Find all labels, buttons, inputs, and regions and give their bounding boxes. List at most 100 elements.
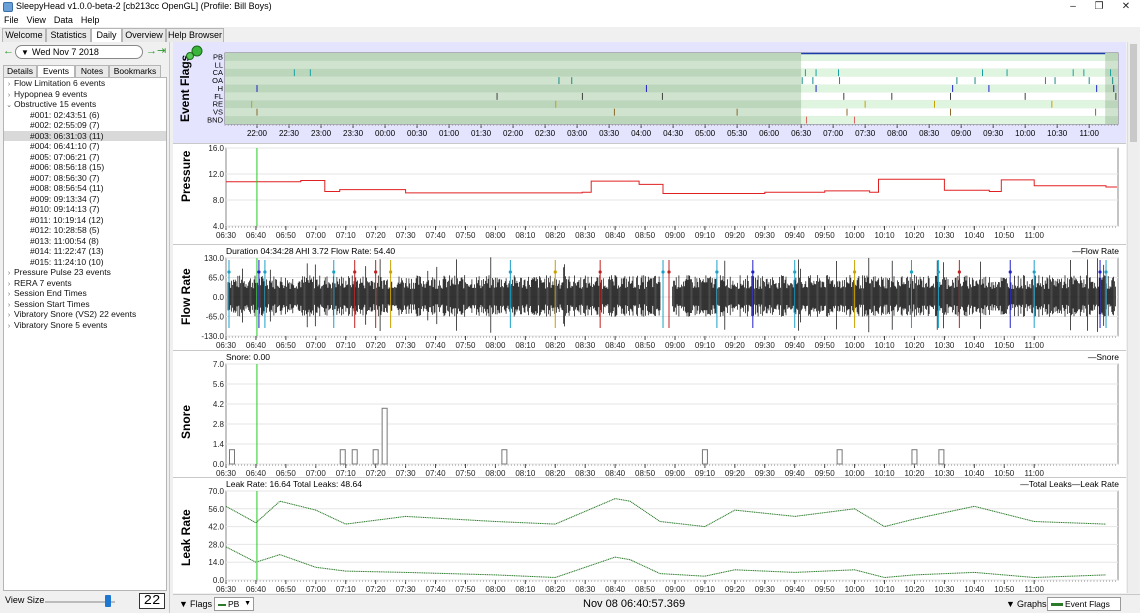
event-category[interactable]: › Flow Limitation 6 events [4, 78, 166, 89]
tab-notes[interactable]: Notes [75, 65, 109, 77]
event-item[interactable]: #003: 06:31:03 (11) [4, 130, 166, 141]
event-item[interactable]: #014: 11:22:47 (13) [4, 246, 166, 257]
y-tick-label: 16.0 [208, 144, 224, 153]
event-category[interactable]: › Hypopnea 9 events [4, 89, 166, 100]
flow-event-dot [598, 270, 602, 274]
flags-dropdown-icon[interactable]: ▼ [179, 598, 188, 610]
menu-help[interactable]: Help [77, 14, 104, 27]
event-flags-chart[interactable]: PBLLCAOAHFLREVSBND22:00 22:30 23:00 23:30 00… [173, 42, 1126, 144]
tab-welcome[interactable]: Welcome [2, 28, 46, 42]
x-tick-label: 09:10 [695, 341, 716, 350]
main-tabs: Welcome Statistics Daily Overview Help B… [0, 28, 232, 43]
minimize-button[interactable]: – [1059, 0, 1087, 14]
event-item[interactable]: #010: 09:14:13 (7) [4, 204, 166, 215]
graphs-select[interactable]: Event Flags [1047, 597, 1121, 611]
cursor-datetime: Nov 08 06:40:57.369 [583, 598, 686, 610]
x-tick-label: 07:40 [426, 231, 447, 240]
x-tick-label: 08:20 [545, 231, 566, 240]
tab-overview[interactable]: Overview [122, 28, 166, 42]
x-tick-label: 11:00 [1079, 129, 1099, 138]
event-text: Vibratory Snore (VS2) 22 events [14, 309, 137, 319]
event-category[interactable]: › Vibratory Snore (VS2) 22 events [4, 309, 166, 320]
event-tree: › Flow Limitation 6 events › Hypopnea 9 eve… [3, 77, 167, 591]
flow-event-dot [1008, 270, 1012, 274]
pin-head-icon [186, 52, 194, 60]
event-item[interactable]: #001: 02:43:51 (6) [4, 110, 166, 121]
x-tick-label: 07:20 [366, 341, 387, 350]
close-button[interactable]: ✕ [1112, 0, 1140, 14]
x-tick-label: 09:20 [725, 341, 746, 350]
last-day-arrow-icon[interactable]: ⇥ [157, 45, 166, 58]
expanded-chevron-icon[interactable]: ⌄ [4, 101, 14, 112]
calendar-dropdown-icon[interactable]: ▼ [21, 47, 29, 59]
tab-statistics[interactable]: Statistics [46, 28, 91, 42]
x-tick-label: 07:30 [396, 585, 417, 593]
event-category[interactable]: › Session End Times [4, 288, 166, 299]
maximize-button[interactable]: ❐ [1085, 0, 1113, 14]
x-tick-label: 09:50 [815, 341, 836, 350]
y-tick-label: 7.0 [213, 360, 225, 369]
flags-button[interactable]: Flags [190, 598, 212, 610]
x-tick-label: 07:40 [426, 341, 447, 350]
event-item[interactable]: #011: 10:19:14 (12) [4, 215, 166, 226]
flag-row-session [801, 100, 1106, 109]
event-item[interactable]: #008: 08:56:54 (11) [4, 183, 166, 194]
event-category[interactable]: › RERA 7 events [4, 278, 166, 289]
x-tick-label: 07:20 [366, 231, 387, 240]
snore-bar [938, 449, 945, 465]
event-item[interactable]: #002: 02:55:09 (7) [4, 120, 166, 131]
x-tick-label: 07:50 [455, 585, 476, 593]
tab-bookmarks[interactable]: Bookmarks [109, 65, 161, 77]
y-tick-label: 42.0 [208, 523, 224, 532]
prev-day-arrow-icon[interactable]: ← [3, 45, 14, 58]
x-tick-label: 07:40 [426, 469, 447, 478]
tab-events[interactable]: Events [37, 65, 75, 77]
graphs-dropdown-icon[interactable]: ▼ [1006, 598, 1015, 610]
event-item[interactable]: #004: 06:41:10 (7) [4, 141, 166, 152]
menu-data[interactable]: Data [50, 14, 77, 27]
x-tick-label: 23:30 [343, 129, 364, 138]
event-item[interactable]: #007: 08:56:30 (7) [4, 173, 166, 184]
x-tick-label: 08:40 [605, 469, 626, 478]
x-tick-label: 06:30 [791, 129, 812, 138]
tab-help-browser[interactable]: Help Browser [166, 28, 224, 42]
event-text: #006: 08:56:18 (15) [30, 162, 105, 172]
x-tick-label: 02:30 [535, 129, 556, 138]
x-tick-label: 07:50 [455, 469, 476, 478]
x-tick-label: 10:20 [904, 585, 925, 593]
event-category[interactable]: › Vibratory Snore 5 events [4, 320, 166, 331]
view-size-label: View Size [5, 595, 45, 605]
snore-chart[interactable]: 7.0 5.6 4.2 2.8 1.4 0.006:30 06:40 06:50 07:00 07… [173, 351, 1126, 478]
event-item[interactable]: #009: 09:13:34 (7) [4, 194, 166, 205]
event-text: Obstructive 15 events [14, 99, 97, 109]
scrollbar-thumb[interactable] [1130, 44, 1137, 142]
flow-rate-chart[interactable]: 130.0 65.0 0.0 -65.0 -130.006:30 06:40 06:50 07… [173, 245, 1126, 351]
event-item[interactable]: #015: 11:24:10 (10) [4, 257, 166, 268]
event-item[interactable]: #005: 07:06:21 (7) [4, 152, 166, 163]
leak-rate-chart[interactable]: 70.0 56.0 42.0 28.0 14.0 0.006:30 06:40 06:50 07… [173, 478, 1126, 593]
snore-bar [911, 449, 918, 465]
x-tick-label: 10:20 [904, 231, 925, 240]
menu-view[interactable]: View [23, 14, 50, 27]
event-item[interactable]: #006: 08:56:18 (15) [4, 162, 166, 173]
view-size-slider-handle[interactable] [105, 595, 111, 607]
pressure-chart[interactable]: 16.0 12.0 8.0 4.006:30 06:40 06:50 07:00 07:10 0… [173, 144, 1126, 245]
date-picker[interactable]: ▼ Wed Nov 7 2018 [15, 45, 143, 59]
event-category[interactable]: › Pressure Pulse 23 events [4, 267, 166, 278]
next-day-arrow-icon[interactable]: → [146, 45, 157, 58]
tab-daily[interactable]: Daily [91, 28, 122, 43]
x-tick-label: 10:00 [845, 341, 866, 350]
collapsed-chevron-icon[interactable]: › [4, 322, 14, 333]
event-item[interactable]: #012: 10:28:58 (5) [4, 225, 166, 236]
event-category[interactable]: ⌄ Obstructive 15 events [4, 99, 166, 110]
graph-scrollbar[interactable] [1127, 42, 1138, 593]
event-category[interactable]: › Session Start Times [4, 299, 166, 310]
menu-file[interactable]: File [0, 14, 23, 27]
tab-details[interactable]: Details [3, 65, 37, 77]
flags-select[interactable]: PB ▼ [214, 597, 254, 611]
x-tick-label: 23:00 [311, 129, 332, 138]
flow-event-dot [353, 270, 357, 274]
event-item[interactable]: #013: 11:00:54 (8) [4, 236, 166, 247]
x-tick-label: 09:00 [665, 469, 686, 478]
graphs-button[interactable]: Graphs [1017, 598, 1047, 610]
